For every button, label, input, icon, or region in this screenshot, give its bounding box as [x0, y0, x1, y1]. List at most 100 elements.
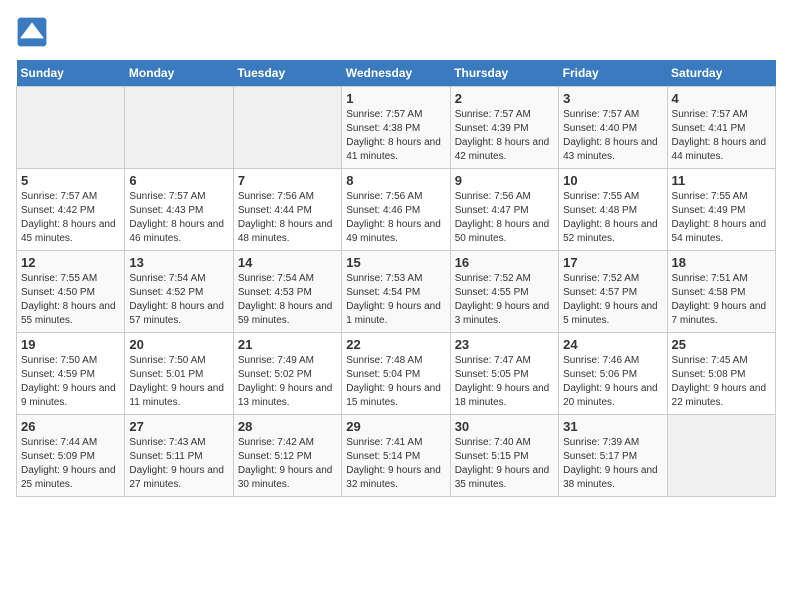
day-info: Sunrise: 7:54 AM Sunset: 4:52 PM Dayligh… — [129, 272, 228, 328]
calendar-cell: 29Sunrise: 7:41 AM Sunset: 5:14 PM Dayli… — [342, 415, 450, 497]
day-number: 18 — [672, 255, 771, 270]
calendar-cell: 14 Sunrise: 7:54 AM Sunset: 4:53 PM Dayli… — [233, 251, 341, 333]
calendar-cell: 23Sunrise: 7:47 AM Sunset: 5:05 PM Dayli… — [450, 333, 558, 415]
calendar-cell: 8 Sunrise: 7:56 AM Sunset: 4:46 PM Daylig… — [342, 169, 450, 251]
calendar-cell: 1 Sunrise: 7:57 AM Sunset: 4:38 PM Daylig… — [342, 87, 450, 169]
calendar-cell: 7 Sunrise: 7:56 AM Sunset: 4:44 PM Daylig… — [233, 169, 341, 251]
calendar-cell: 20 Sunrise: 7:50 AM Sunset: 5:01 PM Dayli… — [125, 333, 233, 415]
day-info: Sunrise: 7:56 AM Sunset: 4:46 PM Dayligh… — [346, 190, 445, 246]
weekday-header-wednesday: Wednesday — [342, 60, 450, 87]
day-number: 28 — [238, 419, 337, 434]
calendar-cell — [667, 415, 775, 497]
weekday-header-sunday: Sunday — [17, 60, 125, 87]
day-info: Sunrise: 7:52 AM Sunset: 4:55 PM Dayligh… — [455, 272, 554, 328]
day-info: Sunrise: 7:40 AM Sunset: 5:15 PM Dayligh… — [455, 436, 554, 492]
calendar-cell: 3Sunrise: 7:57 AM Sunset: 4:40 PM Daylig… — [559, 87, 667, 169]
calendar-week-2: 12Sunrise: 7:55 AM Sunset: 4:50 PM Dayli… — [17, 251, 776, 333]
day-number: 31 — [563, 419, 662, 434]
day-number: 16 — [455, 255, 554, 270]
day-number: 2 — [455, 91, 554, 106]
page-header — [16, 16, 776, 48]
day-info: Sunrise: 7:57 AM Sunset: 4:43 PM Dayligh… — [129, 190, 228, 246]
calendar-cell: 31 Sunrise: 7:39 AM Sunset: 5:17 PM Dayli… — [559, 415, 667, 497]
day-number: 20 — [129, 337, 228, 352]
day-info: Sunrise: 7:57 AM Sunset: 4:40 PM Dayligh… — [563, 108, 662, 164]
calendar-cell: 28 Sunrise: 7:42 AM Sunset: 5:12 PM Dayli… — [233, 415, 341, 497]
calendar-cell: 2 Sunrise: 7:57 AM Sunset: 4:39 PM Daylig… — [450, 87, 558, 169]
weekday-row: SundayMondayTuesdayWednesdayThursdayFrid… — [17, 60, 776, 87]
day-info: Sunrise: 7:46 AM Sunset: 5:06 PM Dayligh… — [563, 354, 662, 410]
calendar-cell: 5 Sunrise: 7:57 AM Sunset: 4:42 PM Daylig… — [17, 169, 125, 251]
day-number: 21 — [238, 337, 337, 352]
day-number: 9 — [455, 173, 554, 188]
calendar-cell: 24 Sunrise: 7:46 AM Sunset: 5:06 PM Dayli… — [559, 333, 667, 415]
calendar-cell: 10Sunrise: 7:55 AM Sunset: 4:48 PM Dayli… — [559, 169, 667, 251]
day-number: 27 — [129, 419, 228, 434]
day-number: 8 — [346, 173, 445, 188]
day-number: 24 — [563, 337, 662, 352]
day-number: 6 — [129, 173, 228, 188]
day-number: 7 — [238, 173, 337, 188]
calendar-body: 1 Sunrise: 7:57 AM Sunset: 4:38 PM Daylig… — [17, 87, 776, 497]
calendar-week-0: 1 Sunrise: 7:57 AM Sunset: 4:38 PM Daylig… — [17, 87, 776, 169]
day-number: 11 — [672, 173, 771, 188]
day-info: Sunrise: 7:50 AM Sunset: 4:59 PM Dayligh… — [21, 354, 120, 410]
calendar-table: SundayMondayTuesdayWednesdayThursdayFrid… — [16, 60, 776, 497]
logo-icon — [16, 16, 48, 48]
day-info: Sunrise: 7:52 AM Sunset: 4:57 PM Dayligh… — [563, 272, 662, 328]
day-number: 23 — [455, 337, 554, 352]
day-number: 30 — [455, 419, 554, 434]
day-info: Sunrise: 7:53 AM Sunset: 4:54 PM Dayligh… — [346, 272, 445, 328]
day-info: Sunrise: 7:49 AM Sunset: 5:02 PM Dayligh… — [238, 354, 337, 410]
day-info: Sunrise: 7:57 AM Sunset: 4:38 PM Dayligh… — [346, 108, 445, 164]
calendar-header: SundayMondayTuesdayWednesdayThursdayFrid… — [17, 60, 776, 87]
weekday-header-tuesday: Tuesday — [233, 60, 341, 87]
calendar-week-4: 26Sunrise: 7:44 AM Sunset: 5:09 PM Dayli… — [17, 415, 776, 497]
day-info: Sunrise: 7:42 AM Sunset: 5:12 PM Dayligh… — [238, 436, 337, 492]
calendar-cell: 27 Sunrise: 7:43 AM Sunset: 5:11 PM Dayli… — [125, 415, 233, 497]
day-number: 13 — [129, 255, 228, 270]
day-info: Sunrise: 7:55 AM Sunset: 4:48 PM Dayligh… — [563, 190, 662, 246]
day-number: 17 — [563, 255, 662, 270]
day-number: 15 — [346, 255, 445, 270]
calendar-cell: 4 Sunrise: 7:57 AM Sunset: 4:41 PM Daylig… — [667, 87, 775, 169]
day-number: 12 — [21, 255, 120, 270]
calendar-cell: 15 Sunrise: 7:53 AM Sunset: 4:54 PM Dayli… — [342, 251, 450, 333]
day-info: Sunrise: 7:57 AM Sunset: 4:39 PM Dayligh… — [455, 108, 554, 164]
calendar-cell: 12Sunrise: 7:55 AM Sunset: 4:50 PM Dayli… — [17, 251, 125, 333]
day-info: Sunrise: 7:54 AM Sunset: 4:53 PM Dayligh… — [238, 272, 337, 328]
day-info: Sunrise: 7:55 AM Sunset: 4:49 PM Dayligh… — [672, 190, 771, 246]
day-info: Sunrise: 7:50 AM Sunset: 5:01 PM Dayligh… — [129, 354, 228, 410]
day-info: Sunrise: 7:45 AM Sunset: 5:08 PM Dayligh… — [672, 354, 771, 410]
calendar-week-1: 5 Sunrise: 7:57 AM Sunset: 4:42 PM Daylig… — [17, 169, 776, 251]
calendar-cell: 22Sunrise: 7:48 AM Sunset: 5:04 PM Dayli… — [342, 333, 450, 415]
calendar-cell — [233, 87, 341, 169]
day-info: Sunrise: 7:57 AM Sunset: 4:42 PM Dayligh… — [21, 190, 120, 246]
day-info: Sunrise: 7:41 AM Sunset: 5:14 PM Dayligh… — [346, 436, 445, 492]
day-info: Sunrise: 7:39 AM Sunset: 5:17 PM Dayligh… — [563, 436, 662, 492]
day-number: 14 — [238, 255, 337, 270]
day-number: 5 — [21, 173, 120, 188]
day-number: 1 — [346, 91, 445, 106]
calendar-week-3: 19 Sunrise: 7:50 AM Sunset: 4:59 PM Dayli… — [17, 333, 776, 415]
calendar-cell — [125, 87, 233, 169]
calendar-cell: 18 Sunrise: 7:51 AM Sunset: 4:58 PM Dayli… — [667, 251, 775, 333]
calendar-cell: 21 Sunrise: 7:49 AM Sunset: 5:02 PM Dayli… — [233, 333, 341, 415]
day-info: Sunrise: 7:43 AM Sunset: 5:11 PM Dayligh… — [129, 436, 228, 492]
day-info: Sunrise: 7:56 AM Sunset: 4:44 PM Dayligh… — [238, 190, 337, 246]
weekday-header-friday: Friday — [559, 60, 667, 87]
day-info: Sunrise: 7:57 AM Sunset: 4:41 PM Dayligh… — [672, 108, 771, 164]
calendar-cell: 17 Sunrise: 7:52 AM Sunset: 4:57 PM Dayli… — [559, 251, 667, 333]
calendar-cell: 26Sunrise: 7:44 AM Sunset: 5:09 PM Dayli… — [17, 415, 125, 497]
day-number: 19 — [21, 337, 120, 352]
calendar-cell: 9Sunrise: 7:56 AM Sunset: 4:47 PM Daylig… — [450, 169, 558, 251]
calendar-cell: 13 Sunrise: 7:54 AM Sunset: 4:52 PM Dayli… — [125, 251, 233, 333]
logo — [16, 16, 52, 48]
calendar-cell: 11 Sunrise: 7:55 AM Sunset: 4:49 PM Dayli… — [667, 169, 775, 251]
day-number: 4 — [672, 91, 771, 106]
day-info: Sunrise: 7:51 AM Sunset: 4:58 PM Dayligh… — [672, 272, 771, 328]
calendar-cell — [17, 87, 125, 169]
weekday-header-monday: Monday — [125, 60, 233, 87]
day-number: 26 — [21, 419, 120, 434]
calendar-cell: 6 Sunrise: 7:57 AM Sunset: 4:43 PM Daylig… — [125, 169, 233, 251]
